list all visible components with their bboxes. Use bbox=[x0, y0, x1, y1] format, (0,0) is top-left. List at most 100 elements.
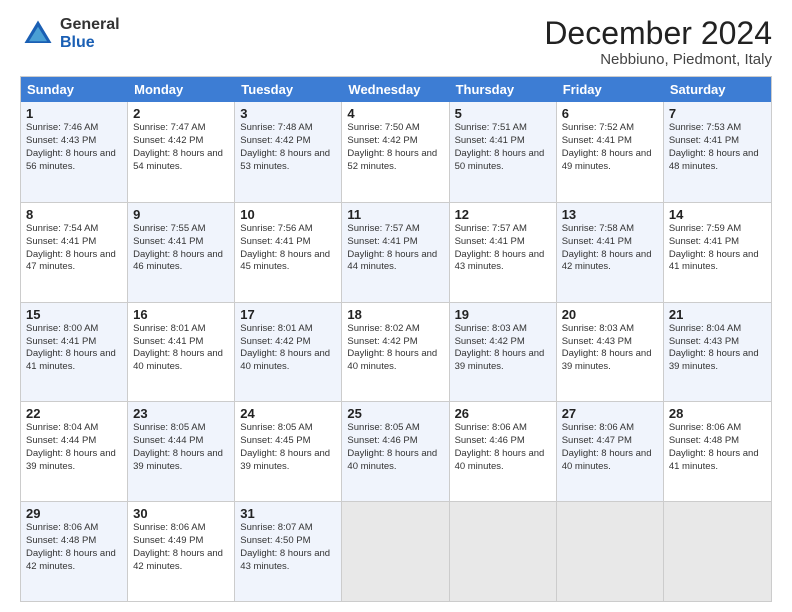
calendar-week-3: 15 Sunrise: 8:00 AM Sunset: 4:41 PM Dayl… bbox=[21, 302, 771, 402]
day-info: Sunrise: 8:00 AM Sunset: 4:41 PM Dayligh… bbox=[26, 323, 122, 374]
day-info: Sunrise: 8:01 AM Sunset: 4:41 PM Dayligh… bbox=[133, 323, 229, 374]
day-info: Sunrise: 7:57 AM Sunset: 4:41 PM Dayligh… bbox=[347, 223, 443, 274]
day-cell: 22 Sunrise: 8:04 AM Sunset: 4:44 PM Dayl… bbox=[21, 402, 128, 501]
day-cell: 21 Sunrise: 8:04 AM Sunset: 4:43 PM Dayl… bbox=[664, 303, 771, 402]
day-number: 16 bbox=[133, 307, 229, 322]
day-number: 8 bbox=[26, 207, 122, 222]
day-number: 9 bbox=[133, 207, 229, 222]
day-info: Sunrise: 8:06 AM Sunset: 4:48 PM Dayligh… bbox=[26, 522, 122, 573]
calendar-week-4: 22 Sunrise: 8:04 AM Sunset: 4:44 PM Dayl… bbox=[21, 401, 771, 501]
day-info: Sunrise: 8:05 AM Sunset: 4:46 PM Dayligh… bbox=[347, 422, 443, 473]
calendar-header: Sunday Monday Tuesday Wednesday Thursday… bbox=[21, 77, 771, 102]
day-number: 29 bbox=[26, 506, 122, 521]
calendar: Sunday Monday Tuesday Wednesday Thursday… bbox=[20, 76, 772, 602]
day-cell: 13 Sunrise: 7:58 AM Sunset: 4:41 PM Dayl… bbox=[557, 203, 664, 302]
day-cell: 7 Sunrise: 7:53 AM Sunset: 4:41 PM Dayli… bbox=[664, 102, 771, 202]
day-cell: 20 Sunrise: 8:03 AM Sunset: 4:43 PM Dayl… bbox=[557, 303, 664, 402]
page-subtitle: Nebbiuno, Piedmont, Italy bbox=[544, 51, 772, 68]
header-monday: Monday bbox=[128, 77, 235, 102]
day-info: Sunrise: 8:03 AM Sunset: 4:43 PM Dayligh… bbox=[562, 323, 658, 374]
day-number: 24 bbox=[240, 406, 336, 421]
day-cell: 17 Sunrise: 8:01 AM Sunset: 4:42 PM Dayl… bbox=[235, 303, 342, 402]
calendar-week-1: 1 Sunrise: 7:46 AM Sunset: 4:43 PM Dayli… bbox=[21, 102, 771, 202]
logo-text: General Blue bbox=[60, 16, 120, 52]
day-number: 4 bbox=[347, 106, 443, 121]
day-cell: 14 Sunrise: 7:59 AM Sunset: 4:41 PM Dayl… bbox=[664, 203, 771, 302]
header-tuesday: Tuesday bbox=[235, 77, 342, 102]
day-info: Sunrise: 7:57 AM Sunset: 4:41 PM Dayligh… bbox=[455, 223, 551, 274]
day-number: 15 bbox=[26, 307, 122, 322]
day-cell: 2 Sunrise: 7:47 AM Sunset: 4:42 PM Dayli… bbox=[128, 102, 235, 202]
header-saturday: Saturday bbox=[664, 77, 771, 102]
day-cell: 11 Sunrise: 7:57 AM Sunset: 4:41 PM Dayl… bbox=[342, 203, 449, 302]
day-info: Sunrise: 7:54 AM Sunset: 4:41 PM Dayligh… bbox=[26, 223, 122, 274]
day-cell: 5 Sunrise: 7:51 AM Sunset: 4:41 PM Dayli… bbox=[450, 102, 557, 202]
day-info: Sunrise: 8:07 AM Sunset: 4:50 PM Dayligh… bbox=[240, 522, 336, 573]
page-title: December 2024 bbox=[544, 16, 772, 51]
day-cell: 30 Sunrise: 8:06 AM Sunset: 4:49 PM Dayl… bbox=[128, 502, 235, 601]
day-cell bbox=[342, 502, 449, 601]
day-number: 14 bbox=[669, 207, 766, 222]
day-number: 26 bbox=[455, 406, 551, 421]
day-info: Sunrise: 8:06 AM Sunset: 4:49 PM Dayligh… bbox=[133, 522, 229, 573]
day-info: Sunrise: 8:02 AM Sunset: 4:42 PM Dayligh… bbox=[347, 323, 443, 374]
day-cell: 4 Sunrise: 7:50 AM Sunset: 4:42 PM Dayli… bbox=[342, 102, 449, 202]
day-info: Sunrise: 7:48 AM Sunset: 4:42 PM Dayligh… bbox=[240, 122, 336, 173]
day-cell: 23 Sunrise: 8:05 AM Sunset: 4:44 PM Dayl… bbox=[128, 402, 235, 501]
day-number: 3 bbox=[240, 106, 336, 121]
header-wednesday: Wednesday bbox=[342, 77, 449, 102]
day-cell: 19 Sunrise: 8:03 AM Sunset: 4:42 PM Dayl… bbox=[450, 303, 557, 402]
day-number: 31 bbox=[240, 506, 336, 521]
calendar-body: 1 Sunrise: 7:46 AM Sunset: 4:43 PM Dayli… bbox=[21, 102, 771, 601]
day-cell bbox=[664, 502, 771, 601]
top-section: General Blue December 2024 Nebbiuno, Pie… bbox=[20, 16, 772, 68]
day-cell: 25 Sunrise: 8:05 AM Sunset: 4:46 PM Dayl… bbox=[342, 402, 449, 501]
day-number: 25 bbox=[347, 406, 443, 421]
header-friday: Friday bbox=[557, 77, 664, 102]
day-cell: 16 Sunrise: 8:01 AM Sunset: 4:41 PM Dayl… bbox=[128, 303, 235, 402]
day-info: Sunrise: 7:58 AM Sunset: 4:41 PM Dayligh… bbox=[562, 223, 658, 274]
day-info: Sunrise: 7:50 AM Sunset: 4:42 PM Dayligh… bbox=[347, 122, 443, 173]
day-number: 10 bbox=[240, 207, 336, 222]
day-info: Sunrise: 7:46 AM Sunset: 4:43 PM Dayligh… bbox=[26, 122, 122, 173]
day-number: 21 bbox=[669, 307, 766, 322]
day-cell: 27 Sunrise: 8:06 AM Sunset: 4:47 PM Dayl… bbox=[557, 402, 664, 501]
day-number: 17 bbox=[240, 307, 336, 322]
day-info: Sunrise: 8:01 AM Sunset: 4:42 PM Dayligh… bbox=[240, 323, 336, 374]
day-cell: 28 Sunrise: 8:06 AM Sunset: 4:48 PM Dayl… bbox=[664, 402, 771, 501]
calendar-week-2: 8 Sunrise: 7:54 AM Sunset: 4:41 PM Dayli… bbox=[21, 202, 771, 302]
day-number: 6 bbox=[562, 106, 658, 121]
day-number: 11 bbox=[347, 207, 443, 222]
day-cell: 12 Sunrise: 7:57 AM Sunset: 4:41 PM Dayl… bbox=[450, 203, 557, 302]
generalblue-icon bbox=[20, 16, 56, 52]
day-info: Sunrise: 8:06 AM Sunset: 4:48 PM Dayligh… bbox=[669, 422, 766, 473]
header-sunday: Sunday bbox=[21, 77, 128, 102]
day-info: Sunrise: 7:55 AM Sunset: 4:41 PM Dayligh… bbox=[133, 223, 229, 274]
day-cell: 29 Sunrise: 8:06 AM Sunset: 4:48 PM Dayl… bbox=[21, 502, 128, 601]
day-number: 5 bbox=[455, 106, 551, 121]
day-cell bbox=[450, 502, 557, 601]
day-info: Sunrise: 7:47 AM Sunset: 4:42 PM Dayligh… bbox=[133, 122, 229, 173]
day-cell: 1 Sunrise: 7:46 AM Sunset: 4:43 PM Dayli… bbox=[21, 102, 128, 202]
day-number: 18 bbox=[347, 307, 443, 322]
day-info: Sunrise: 8:05 AM Sunset: 4:45 PM Dayligh… bbox=[240, 422, 336, 473]
day-info: Sunrise: 8:06 AM Sunset: 4:47 PM Dayligh… bbox=[562, 422, 658, 473]
day-info: Sunrise: 7:51 AM Sunset: 4:41 PM Dayligh… bbox=[455, 122, 551, 173]
day-cell: 3 Sunrise: 7:48 AM Sunset: 4:42 PM Dayli… bbox=[235, 102, 342, 202]
day-cell: 18 Sunrise: 8:02 AM Sunset: 4:42 PM Dayl… bbox=[342, 303, 449, 402]
day-number: 12 bbox=[455, 207, 551, 222]
day-number: 30 bbox=[133, 506, 229, 521]
day-number: 23 bbox=[133, 406, 229, 421]
day-info: Sunrise: 7:53 AM Sunset: 4:41 PM Dayligh… bbox=[669, 122, 766, 173]
logo: General Blue bbox=[20, 16, 120, 52]
day-cell: 9 Sunrise: 7:55 AM Sunset: 4:41 PM Dayli… bbox=[128, 203, 235, 302]
day-cell: 15 Sunrise: 8:00 AM Sunset: 4:41 PM Dayl… bbox=[21, 303, 128, 402]
day-number: 1 bbox=[26, 106, 122, 121]
day-cell: 6 Sunrise: 7:52 AM Sunset: 4:41 PM Dayli… bbox=[557, 102, 664, 202]
day-number: 22 bbox=[26, 406, 122, 421]
day-number: 19 bbox=[455, 307, 551, 322]
day-number: 28 bbox=[669, 406, 766, 421]
day-cell: 10 Sunrise: 7:56 AM Sunset: 4:41 PM Dayl… bbox=[235, 203, 342, 302]
day-info: Sunrise: 7:59 AM Sunset: 4:41 PM Dayligh… bbox=[669, 223, 766, 274]
header-thursday: Thursday bbox=[450, 77, 557, 102]
